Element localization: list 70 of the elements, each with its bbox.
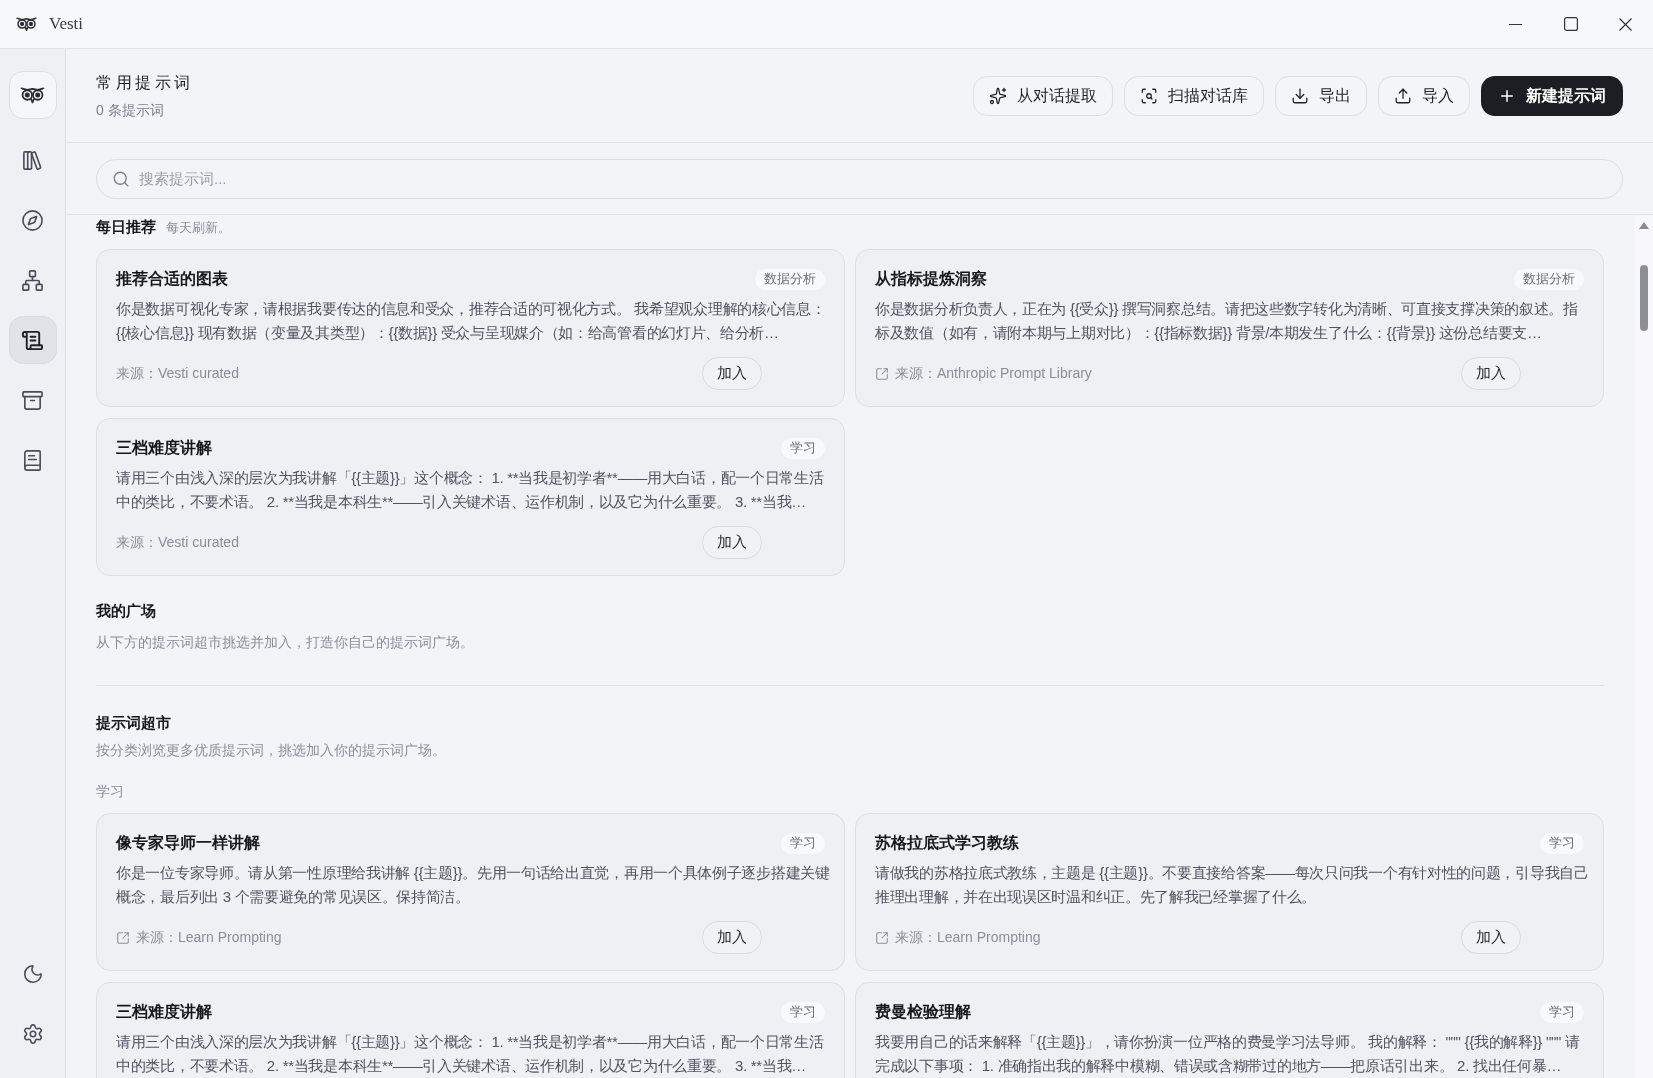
add-button[interactable]: 加入 xyxy=(702,526,762,559)
card-description: 你是一位专家导师。请从第一性原理给我讲解 {{主题}}。先用一句话给出直觉，再用一个具体例子逐步搭建关键概念，最后列出 3 个需要避免的常见误区。保持简洁。 xyxy=(116,863,831,907)
card-title: 费曼检验理解 xyxy=(875,1002,971,1022)
category-tag: 数据分析 xyxy=(755,268,825,290)
scrollbar-thumb[interactable] xyxy=(1639,265,1648,331)
source-label: 来源：Vesti curated xyxy=(116,364,239,383)
sparkles-icon xyxy=(989,86,1007,105)
card-description: 我要用自己的话来解释「{{主题}}」，请你扮演一位严格的费曼学习法导师。 我的解释： """ {{我的解释}} """ 请完成以下事项： 1. 准确指出我的解释中模糊、错误或含糊带过的地方——把原话引出来。 2. 找出任何暴… xyxy=(875,1032,1581,1076)
home-button[interactable] xyxy=(8,71,57,119)
owl-icon xyxy=(20,86,45,104)
prompt-count: 0 条提示词 xyxy=(96,100,165,120)
category-tag: 学习 xyxy=(1540,832,1584,854)
scroll-up-icon[interactable] xyxy=(1638,222,1649,229)
section-title: 我的广场 xyxy=(96,601,157,621)
scan-chats-button[interactable]: 扫描对话库 xyxy=(1124,75,1264,116)
add-button[interactable]: 加入 xyxy=(702,921,762,954)
category-label: 学习 xyxy=(96,782,125,801)
card-description: 请做我的苏格拉底式教练，主题是 {{主题}}。不要直接给答案——每次只问我一个有针对性的问题，引导我自己推理出理解，并在出现误区时温和纠正。先了解我已经掌握了什么。 xyxy=(875,863,1590,907)
search-field[interactable]: 搜索提示词... xyxy=(96,158,1623,199)
sitemap-icon xyxy=(21,268,44,292)
card-title: 三档难度讲解 xyxy=(116,438,212,458)
card-title: 像专家导师一样讲解 xyxy=(116,833,260,853)
section-title: 每日推荐 xyxy=(96,217,156,237)
upload-icon xyxy=(1394,86,1412,105)
source-label: 来源：Anthropic Prompt Library xyxy=(895,364,1092,383)
settings-icon xyxy=(21,1023,44,1045)
book-icon xyxy=(21,448,44,472)
section-description: 从下方的提示词超市挑选并加入，打造你自己的提示词广场。 xyxy=(96,633,475,652)
scan-icon xyxy=(1140,86,1158,105)
minimize-icon xyxy=(1509,23,1522,25)
extract-from-chat-button[interactable]: 从对话提取 xyxy=(973,75,1113,116)
card-description: 你是数据可视化专家，请根据我要传达的信息和受众，推荐合适的可视化方式。 我希望观众理解的核心信息：{{核心信息}} 现有数据（变量及其类型）：{{数据}} 受众与呈现媒介（如：给高管看的幻灯片、给分析… xyxy=(116,299,827,343)
maximize-icon xyxy=(1563,17,1578,31)
books-icon xyxy=(21,148,44,172)
app-logo-icon xyxy=(16,16,37,32)
import-button[interactable]: 导入 xyxy=(1378,75,1470,116)
card-title: 苏格拉底式学习教练 xyxy=(875,833,1019,853)
download-icon xyxy=(1291,86,1309,105)
search-icon xyxy=(112,169,130,188)
archive-icon xyxy=(21,388,44,412)
category-tag: 学习 xyxy=(781,1001,825,1023)
category-tag: 学习 xyxy=(781,832,825,854)
card-title: 三档难度讲解 xyxy=(116,1002,212,1022)
card-description: 请用三个由浅入深的层次为我讲解「{{主题}}」这个概念： 1. **当我是初学者**——用大白话，配一个日常生活中的类比，不要术语。 2. **当我是本科生**——引入关键术语、运作机制，以及它为什么重要。 3. **当我… xyxy=(116,1032,825,1076)
close-icon xyxy=(1619,17,1632,31)
export-button[interactable]: 导出 xyxy=(1275,75,1367,116)
page-title: 常用提示词 xyxy=(96,72,194,93)
card-description: 请用三个由浅入深的层次为我讲解「{{主题}}」这个概念： 1. **当我是初学者**——用大白话，配一个日常生活中的类比，不要术语。 2. **当我是本科生**——引入关键术语、运作机制，以及它为什么重要。 3. **当我… xyxy=(116,468,825,512)
sidebar-item[interactable] xyxy=(8,316,57,364)
window-title: Vesti xyxy=(49,13,83,36)
card-description: 你是数据分析负责人，正在为 {{受众}} 撰写洞察总结。请把这些数字转化为清晰、可直接支撑决策的叙述。指标及数值（如有，请附本期与上期对比）：{{指标数据}} 背景/本期发生了什么：{{背景}} 这份总结要支… xyxy=(875,299,1579,343)
category-tag: 数据分析 xyxy=(1514,268,1584,290)
source-label: 来源：Learn Prompting xyxy=(136,928,282,947)
add-button[interactable]: 加入 xyxy=(1461,921,1521,954)
scrollbar[interactable] xyxy=(1634,215,1653,1078)
compass-icon xyxy=(21,208,44,232)
add-button[interactable]: 加入 xyxy=(1461,357,1521,390)
moon-icon xyxy=(21,963,44,985)
section-title: 提示词超市 xyxy=(96,713,172,733)
add-button[interactable]: 加入 xyxy=(702,357,762,390)
new-prompt-button[interactable]: 新建提示词 xyxy=(1481,75,1623,116)
section-note: 每天刷新。 xyxy=(166,219,231,237)
source-label: 来源：Vesti curated xyxy=(116,533,239,552)
category-tag: 学习 xyxy=(781,437,825,459)
category-tag: 学习 xyxy=(1540,1001,1584,1023)
card-title: 推荐合适的图表 xyxy=(116,269,228,289)
section-description: 按分类浏览更多优质提示词，挑选加入你的提示词广场。 xyxy=(96,741,447,760)
source-label: 来源：Learn Prompting xyxy=(895,928,1041,947)
scroll-icon xyxy=(21,328,44,352)
card-title: 从指标提炼洞察 xyxy=(875,269,987,289)
